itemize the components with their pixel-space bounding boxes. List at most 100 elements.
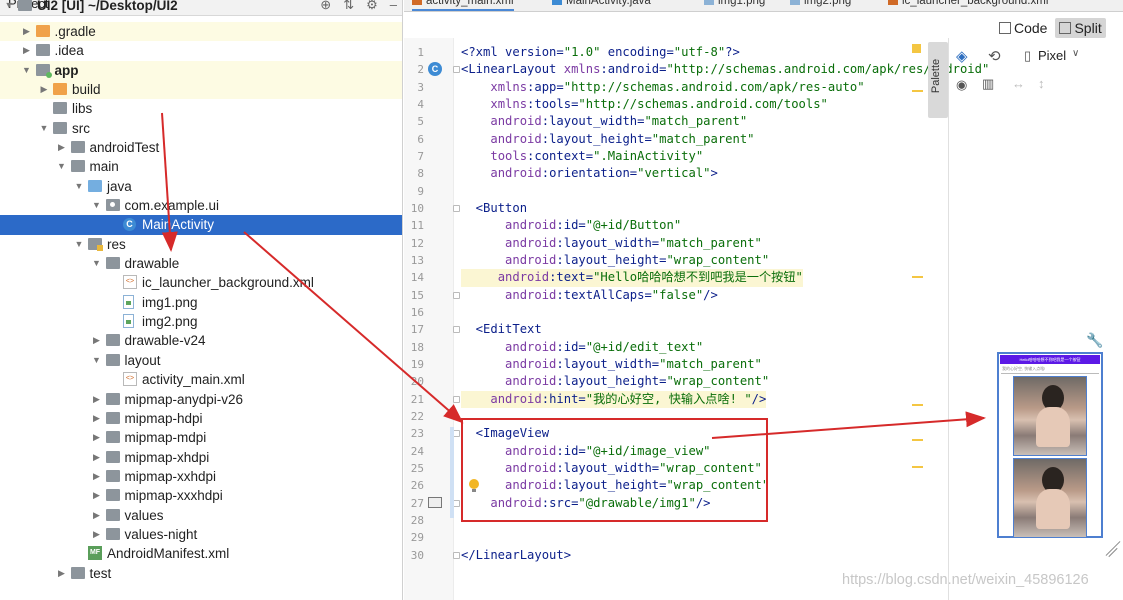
- tree-item-app[interactable]: ▼ app: [0, 60, 402, 80]
- palette-tab[interactable]: Palette: [928, 42, 948, 118]
- code-line[interactable]: tools:context=".MainActivity": [461, 148, 703, 165]
- tree-item-values[interactable]: ▶ values: [0, 506, 402, 525]
- warning-mark[interactable]: [912, 404, 923, 406]
- warning-mark[interactable]: [912, 90, 923, 92]
- code-line[interactable]: xmlns:app="http://schemas.android.com/ap…: [461, 79, 864, 96]
- chevron-right-icon[interactable]: ▶: [22, 22, 32, 41]
- tree-item-mipmap-mdpi[interactable]: ▶ mipmap-mdpi: [0, 428, 402, 447]
- fold-toggle-icon[interactable]: [453, 499, 460, 507]
- chevron-down-icon[interactable]: ▼: [4, 0, 14, 15]
- tab-mainactivity-java[interactable]: MainActivity.java: [552, 0, 651, 11]
- chevron-right-icon[interactable]: ▶: [57, 564, 67, 583]
- code-line[interactable]: android:text="Hello哈哈哈想不到吧我是一个按钮": [461, 269, 803, 287]
- tree-item-src[interactable]: ▼ src: [0, 119, 402, 138]
- fold-toggle-icon[interactable]: [453, 204, 460, 212]
- inspection-marker[interactable]: [912, 44, 921, 53]
- split-view-button[interactable]: Split: [1055, 18, 1106, 38]
- tree-item-mipmap-xxhdpi[interactable]: ▶ mipmap-xxhdpi: [0, 467, 402, 486]
- code-line[interactable]: android:textAllCaps="false"/>: [461, 287, 718, 304]
- code-line[interactable]: android:orientation="vertical">: [461, 165, 717, 182]
- tree-item-androidtest[interactable]: ▶ androidTest: [0, 138, 402, 157]
- vertical-resize-icon[interactable]: ↕: [1038, 76, 1045, 91]
- image-gutter-icon[interactable]: [428, 497, 442, 508]
- code-line[interactable]: android:layout_height="wrap_content": [461, 373, 769, 390]
- tree-item-res[interactable]: ▼ res: [0, 235, 402, 254]
- tree-item-img1[interactable]: img1.png: [0, 293, 402, 312]
- tree-item-mainactivity[interactable]: C MainActivity: [0, 215, 402, 235]
- chevron-down-icon[interactable]: ▼: [74, 177, 84, 196]
- code-line[interactable]: </LinearLayout>: [461, 547, 571, 564]
- code-line[interactable]: android:layout_height="match_parent": [461, 131, 754, 148]
- chevron-down-icon[interactable]: ▼: [92, 196, 102, 215]
- tab-img2-png[interactable]: img2.png: [790, 0, 851, 11]
- layout-preview[interactable]: Hello哈哈哈想不到吧我是一个按钮 我的心好空, 快输入点啥!: [997, 352, 1103, 538]
- tab-activity-main-xml[interactable]: activity_main.xml: [412, 0, 514, 11]
- code-line[interactable]: android:layout_height="wrap_content": [461, 252, 769, 269]
- tree-item-manifest[interactable]: MF AndroidManifest.xml: [0, 544, 402, 563]
- chevron-right-icon[interactable]: ▶: [92, 525, 102, 544]
- code-line[interactable]: android:id="@+id/Button": [461, 217, 681, 234]
- tree-item-build[interactable]: ▶ build: [0, 79, 402, 100]
- chevron-right-icon[interactable]: ▶: [92, 467, 102, 486]
- chevron-right-icon[interactable]: ▶: [57, 138, 67, 157]
- chevron-down-icon[interactable]: ▼: [22, 61, 32, 80]
- chevron-right-icon[interactable]: ▶: [92, 390, 102, 409]
- code-line[interactable]: android:layout_width="match_parent": [461, 356, 762, 373]
- class-gutter-icon[interactable]: C: [428, 62, 442, 76]
- tree-item-package[interactable]: ▼ com.example.ui: [0, 196, 402, 215]
- code-line[interactable]: android:id="@+id/edit_text": [461, 339, 703, 356]
- horizontal-resize-icon[interactable]: ↔: [1012, 76, 1025, 91]
- tree-item-drawable-v24[interactable]: ▶ drawable-v24: [0, 331, 402, 350]
- chevron-down-icon[interactable]: ▼: [57, 157, 67, 176]
- warning-mark[interactable]: [912, 276, 923, 278]
- layers-icon[interactable]: ◈: [956, 47, 968, 65]
- chevron-right-icon[interactable]: ▶: [92, 409, 102, 428]
- device-select[interactable]: Pixel: [1038, 48, 1066, 63]
- chevron-right-icon[interactable]: ▶: [92, 506, 102, 525]
- tree-item-mipmap-anydpi[interactable]: ▶ mipmap-anydpi-v26: [0, 390, 402, 409]
- chevron-right-icon[interactable]: ▶: [39, 80, 49, 99]
- code-line[interactable]: android:layout_width="match_parent": [461, 235, 762, 252]
- code-line[interactable]: <Button: [461, 200, 527, 217]
- tab-ic-launcher-background-xml[interactable]: ic_launcher_background.xml: [888, 0, 1048, 11]
- chevron-right-icon[interactable]: ▶: [92, 331, 102, 350]
- tree-item-ic-launcher[interactable]: <> ic_launcher_background.xml: [0, 273, 402, 292]
- chevron-right-icon[interactable]: ▶: [92, 428, 102, 447]
- wrench-icon[interactable]: 🔧: [1086, 332, 1103, 349]
- tree-item-mipmap-xxxhdpi[interactable]: ▶ mipmap-xxxhdpi: [0, 486, 402, 505]
- tab-img1-png[interactable]: img1.png: [704, 0, 765, 11]
- blueprint-icon[interactable]: ▥: [982, 76, 994, 92]
- chevron-down-icon[interactable]: ▼: [39, 119, 49, 138]
- fold-toggle-icon[interactable]: [453, 326, 460, 334]
- tree-item-activity-main[interactable]: <> activity_main.xml: [0, 370, 402, 389]
- chevron-right-icon[interactable]: ▶: [22, 41, 32, 60]
- tree-item-main[interactable]: ▼ main: [0, 157, 402, 176]
- warning-mark[interactable]: [912, 466, 923, 468]
- tree-item-ui2[interactable]: ▼ UI2 [UI] ~/Desktop/UI2: [0, 0, 402, 15]
- tree-item-idea[interactable]: ▶ .idea: [0, 41, 402, 60]
- tree-item-mipmap-hdpi[interactable]: ▶ mipmap-hdpi: [0, 409, 402, 428]
- orientation-icon[interactable]: ⟲: [988, 47, 1001, 65]
- tree-item-mipmap-xhdpi[interactable]: ▶ mipmap-xhdpi: [0, 448, 402, 467]
- code-line[interactable]: <?xml version="1.0" encoding="utf-8"?>: [461, 44, 740, 61]
- tree-item-libs[interactable]: libs: [0, 99, 402, 118]
- chevron-right-icon[interactable]: ▶: [92, 448, 102, 467]
- code-line[interactable]: xmlns:tools="http://schemas.android.com/…: [461, 96, 828, 113]
- chevron-right-icon[interactable]: ▶: [92, 486, 102, 505]
- resize-handle-icon[interactable]: [1103, 540, 1121, 558]
- fold-toggle-icon[interactable]: [453, 551, 460, 559]
- code-line[interactable]: <LinearLayout xmlns:android="http://sche…: [461, 61, 989, 78]
- warning-mark[interactable]: [912, 439, 923, 441]
- code-view-button[interactable]: Code: [995, 18, 1051, 38]
- code-line[interactable]: <EditText: [461, 321, 542, 338]
- fold-toggle-icon[interactable]: [453, 66, 460, 74]
- code-line[interactable]: android:layout_width="match_parent": [461, 113, 747, 130]
- tree-item-java[interactable]: ▼ java: [0, 177, 402, 196]
- chevron-down-icon[interactable]: ▼: [92, 351, 102, 370]
- code-line[interactable]: android:hint="我的心好空, 快输入点啥! "/>: [461, 390, 767, 408]
- tree-item-drawable[interactable]: ▼ drawable: [0, 254, 402, 273]
- tree-item-img2[interactable]: img2.png: [0, 312, 402, 331]
- chevron-down-icon[interactable]: ∨: [1072, 48, 1079, 59]
- fold-toggle-icon[interactable]: [453, 430, 460, 438]
- device-icon[interactable]: ▯: [1024, 48, 1031, 64]
